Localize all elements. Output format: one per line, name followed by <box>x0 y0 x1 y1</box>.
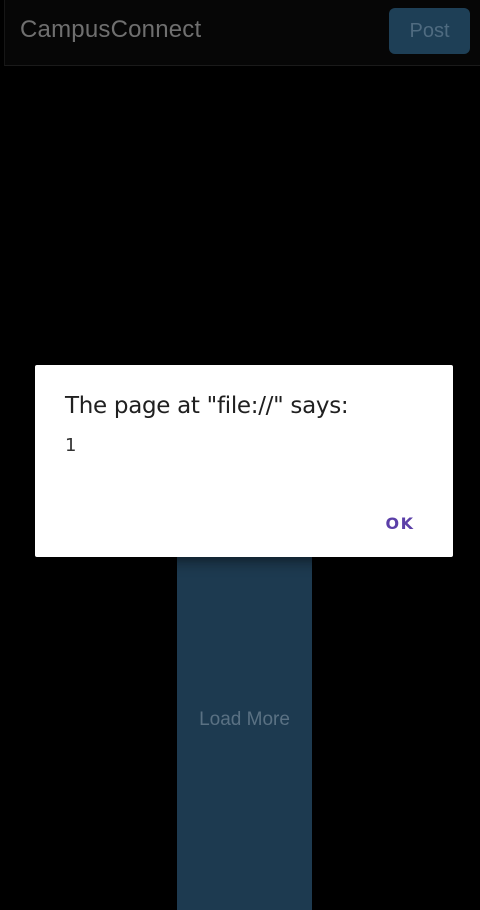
load-more-button[interactable]: Load More <box>177 530 312 910</box>
post-button[interactable]: Post <box>389 8 470 54</box>
app-title: CampusConnect <box>20 16 202 43</box>
dialog-message: 1 <box>65 435 77 456</box>
dialog-title: The page at "file://" says: <box>65 393 349 419</box>
alert-dialog: The page at "file://" says: 1 OK <box>35 365 453 557</box>
ok-button[interactable]: OK <box>377 505 423 541</box>
top-app-bar: CampusConnect Post <box>4 0 480 66</box>
app-screen: CampusConnect Post Load More The page at… <box>0 0 480 910</box>
